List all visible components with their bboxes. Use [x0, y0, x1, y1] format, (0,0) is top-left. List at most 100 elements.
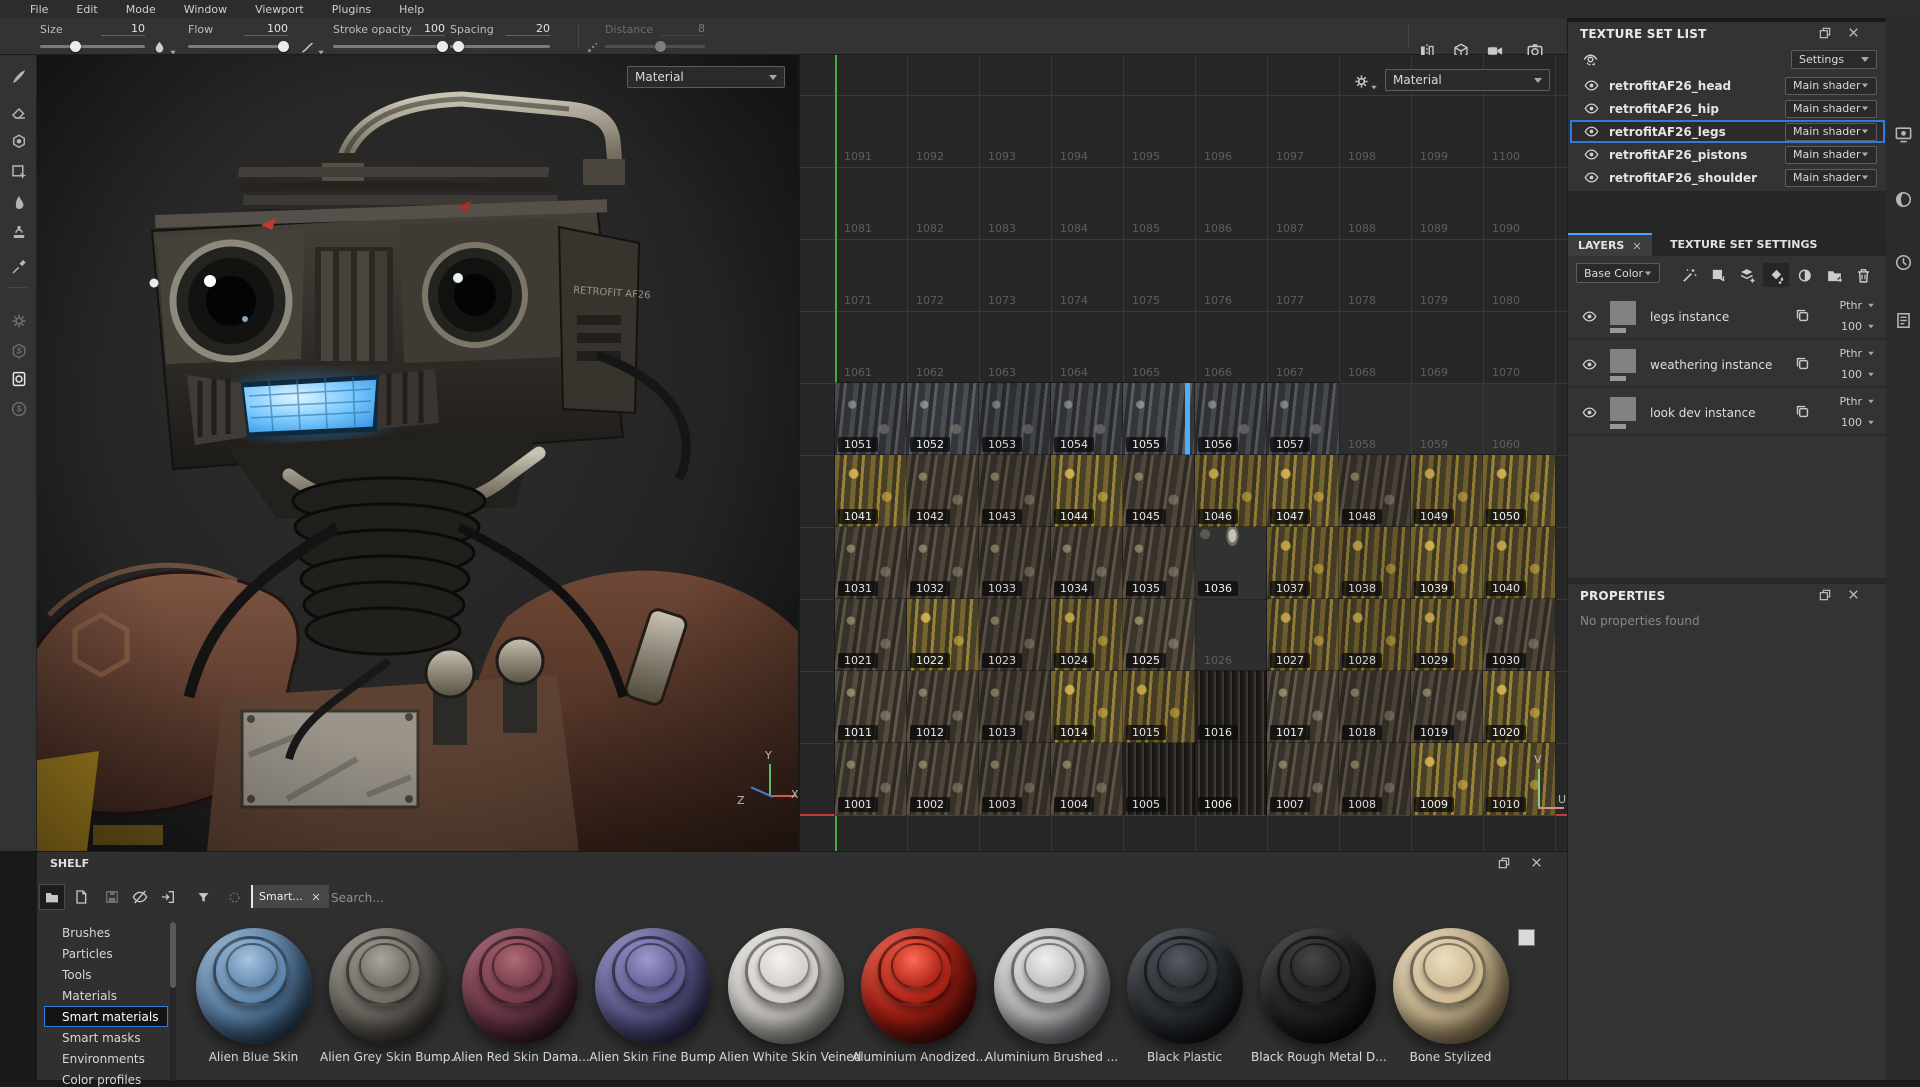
substance-share-icon[interactable]: [0, 395, 37, 423]
filter-icon[interactable]: [190, 884, 216, 910]
color-picker-icon[interactable]: [0, 253, 37, 281]
display-settings-icon[interactable]: [1886, 120, 1920, 148]
texture-set-row-retrofitaf26-pistons[interactable]: retrofitAF26_pistons Main shader: [1570, 143, 1885, 166]
udim-tile-1033[interactable]: 1033: [979, 527, 1051, 599]
material-black-rough-metal-d[interactable]: Black Rough Metal D...: [1251, 928, 1384, 1064]
udim-tile-1077[interactable]: 1077: [1267, 239, 1339, 311]
udim-tile-1095[interactable]: 1095: [1123, 95, 1195, 167]
smart-masks-tool-icon[interactable]: [0, 337, 37, 365]
udim-tile-1030[interactable]: 1030: [1483, 599, 1555, 671]
udim-tile-1014[interactable]: 1014: [1051, 671, 1123, 743]
udim-tile-1075[interactable]: 1075: [1123, 239, 1195, 311]
viewport3d-shading-dropdown[interactable]: Material: [627, 66, 785, 88]
udim-tile-1005[interactable]: 1005: [1123, 743, 1195, 815]
udim-tile-1028[interactable]: 1028: [1339, 599, 1411, 671]
layer-name[interactable]: weathering instance: [1650, 358, 1772, 372]
udim-tile-1066[interactable]: 1066: [1195, 311, 1267, 383]
udim-tile-1087[interactable]: 1087: [1267, 167, 1339, 239]
shader-dropdown[interactable]: Main shader: [1785, 77, 1877, 95]
material-sphere-preview[interactable]: [1393, 928, 1509, 1044]
udim-tile-1083[interactable]: 1083: [979, 167, 1051, 239]
udim-tile-1009[interactable]: 1009: [1411, 743, 1483, 815]
udim-tile-1037[interactable]: 1037: [1267, 527, 1339, 599]
udim-tile-1079[interactable]: 1079: [1411, 239, 1483, 311]
texture-set-list-header-close-icon[interactable]: [1847, 26, 1860, 39]
layer-row-legs-instance[interactable]: legs instance Pthr 100: [1568, 294, 1887, 340]
udim-tile-1025[interactable]: 1025: [1123, 599, 1195, 671]
material-sphere-preview[interactable]: [196, 928, 312, 1044]
udim-tile-1042[interactable]: 1042: [907, 455, 979, 527]
visibility-eye-icon[interactable]: [1584, 78, 1599, 93]
layer-thumbnail[interactable]: [1610, 349, 1636, 373]
shelf-category-materials[interactable]: Materials: [62, 989, 117, 1003]
layer-blend-mode[interactable]: Pthr: [1840, 299, 1875, 312]
udim-tile-1022[interactable]: 1022: [907, 599, 979, 671]
shelf-category-environments[interactable]: Environments: [62, 1052, 145, 1066]
shader-settings-icon[interactable]: [1886, 185, 1920, 213]
udim-tile-1047[interactable]: 1047: [1267, 455, 1339, 527]
distance-slider-knob[interactable]: [655, 41, 666, 52]
viewport-2d-uv[interactable]: 1091109210931094109510961097109810991100…: [800, 55, 1567, 851]
udim-tile-1008[interactable]: 1008: [1339, 743, 1411, 815]
udim-tile-1012[interactable]: 1012: [907, 671, 979, 743]
import-icon[interactable]: [155, 884, 181, 910]
udim-tile-1049[interactable]: 1049: [1411, 455, 1483, 527]
material-sphere-preview[interactable]: [1127, 928, 1243, 1044]
viewport2d-shading-dropdown[interactable]: Material: [1385, 69, 1550, 91]
hide-icon[interactable]: [127, 884, 153, 910]
udim-tile-1080[interactable]: 1080: [1483, 239, 1555, 311]
layer-row-look-dev-instance[interactable]: look dev instance Pthr 100: [1568, 390, 1887, 436]
distance-slider[interactable]: [605, 45, 705, 48]
texture-set-row-retrofitaf26-legs[interactable]: retrofitAF26_legs Main shader: [1570, 120, 1885, 143]
filter-chip[interactable]: Smart...: [251, 885, 329, 908]
udim-tile-1055[interactable]: 1055: [1123, 383, 1195, 455]
spacing-value[interactable]: 20: [506, 22, 550, 36]
viewport2d-settings-gear-icon[interactable]: [1353, 73, 1378, 90]
material-sphere-preview[interactable]: [595, 928, 711, 1044]
udim-tile-1003[interactable]: 1003: [979, 743, 1051, 815]
udim-tile-1001[interactable]: 1001: [835, 743, 907, 815]
paint-brush-icon[interactable]: [0, 63, 37, 91]
tab-layers[interactable]: LAYERS: [1568, 233, 1652, 256]
size-slider-knob[interactable]: [70, 41, 81, 52]
layer-opacity[interactable]: 100: [1841, 320, 1875, 333]
tab-texture-set-settings[interactable]: TEXTURE SET SETTINGS: [1660, 233, 1827, 256]
shelf-undock-icon[interactable]: [1497, 856, 1511, 870]
udim-tile-1086[interactable]: 1086: [1195, 167, 1267, 239]
material-alien-red-skin-dama[interactable]: Alien Red Skin Dama...: [453, 928, 586, 1064]
udim-tile-1062[interactable]: 1062: [907, 311, 979, 383]
shelf-category-tools[interactable]: Tools: [62, 968, 92, 982]
udim-tile-1097[interactable]: 1097: [1267, 95, 1339, 167]
udim-tile-1017[interactable]: 1017: [1267, 671, 1339, 743]
properties-header-undock-icon[interactable]: [1818, 588, 1832, 602]
tab-close-icon[interactable]: [1632, 241, 1642, 251]
smudge-icon[interactable]: [0, 188, 37, 216]
eraser-icon[interactable]: [0, 98, 37, 126]
material-bone-stylized[interactable]: Bone Stylized: [1384, 928, 1517, 1064]
texture-set-row-retrofitaf26-hip[interactable]: retrofitAF26_hip Main shader: [1570, 97, 1885, 120]
shelf-category-brushes[interactable]: Brushes: [62, 926, 110, 940]
shader-dropdown[interactable]: Main shader: [1785, 146, 1877, 164]
udim-tile-1074[interactable]: 1074: [1051, 239, 1123, 311]
udim-tile-1089[interactable]: 1089: [1411, 167, 1483, 239]
spacing-slider[interactable]: [450, 45, 550, 48]
udim-tile-1024[interactable]: 1024: [1051, 599, 1123, 671]
layer-opacity[interactable]: 100: [1841, 368, 1875, 381]
layer-visibility-icon[interactable]: [1582, 309, 1597, 324]
polygon-fill-icon[interactable]: [0, 158, 37, 186]
material-sphere-preview[interactable]: [994, 928, 1110, 1044]
udim-tile-1065[interactable]: 1065: [1123, 311, 1195, 383]
visibility-eye-icon[interactable]: [1584, 170, 1599, 185]
layer-row-weathering-instance[interactable]: weathering instance Pthr 100: [1568, 342, 1887, 388]
udim-tile-1002[interactable]: 1002: [907, 743, 979, 815]
properties-header-close-icon[interactable]: [1847, 588, 1860, 601]
udim-tile-1058[interactable]: 1058: [1339, 383, 1411, 455]
udim-tile-1034[interactable]: 1034: [1051, 527, 1123, 599]
material-alien-blue-skin[interactable]: Alien Blue Skin: [187, 928, 320, 1064]
smart-materials-tool-icon[interactable]: [0, 307, 37, 335]
udim-tile-1053[interactable]: 1053: [979, 383, 1051, 455]
udim-tile-1072[interactable]: 1072: [907, 239, 979, 311]
udim-tile-1036[interactable]: 1036: [1195, 527, 1267, 599]
udim-tile-1035[interactable]: 1035: [1123, 527, 1195, 599]
brush-tip-preview[interactable]: [152, 40, 177, 55]
